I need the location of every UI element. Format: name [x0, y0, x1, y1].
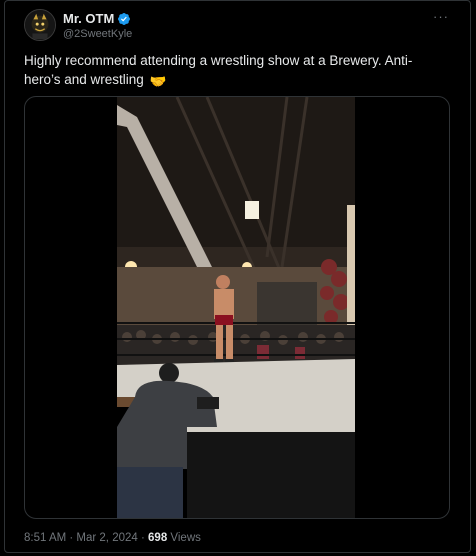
author-name-row[interactable]: Mr. OTM: [63, 11, 131, 26]
author-display-name[interactable]: Mr. OTM: [63, 11, 114, 26]
views-label: Views: [167, 532, 201, 544]
tweet-meta: 8:51 AM · Mar 2, 2024 · 698 Views: [24, 532, 201, 544]
meta-separator: ·: [137, 532, 149, 544]
handshake-emoji-icon: 🤝: [149, 74, 167, 89]
tweet-body: Highly recommend attending a wrestling s…: [24, 53, 413, 87]
tweet-video[interactable]: [24, 96, 450, 519]
tweet-text: Highly recommend attending a wrestling s…: [24, 51, 444, 91]
tweet-card: Mr. OTM @2SweetKyle ··· Highly recommend…: [4, 0, 471, 553]
verified-badge-icon: [117, 12, 131, 26]
author-handle[interactable]: @2SweetKyle: [63, 28, 132, 40]
timestamp[interactable]: 8:51 AM · Mar 2, 2024: [24, 532, 138, 544]
more-horizontal-icon[interactable]: ···: [433, 9, 449, 24]
video-frame[interactable]: [117, 97, 355, 518]
avatar[interactable]: [24, 9, 56, 41]
views-count: 698: [148, 532, 168, 544]
